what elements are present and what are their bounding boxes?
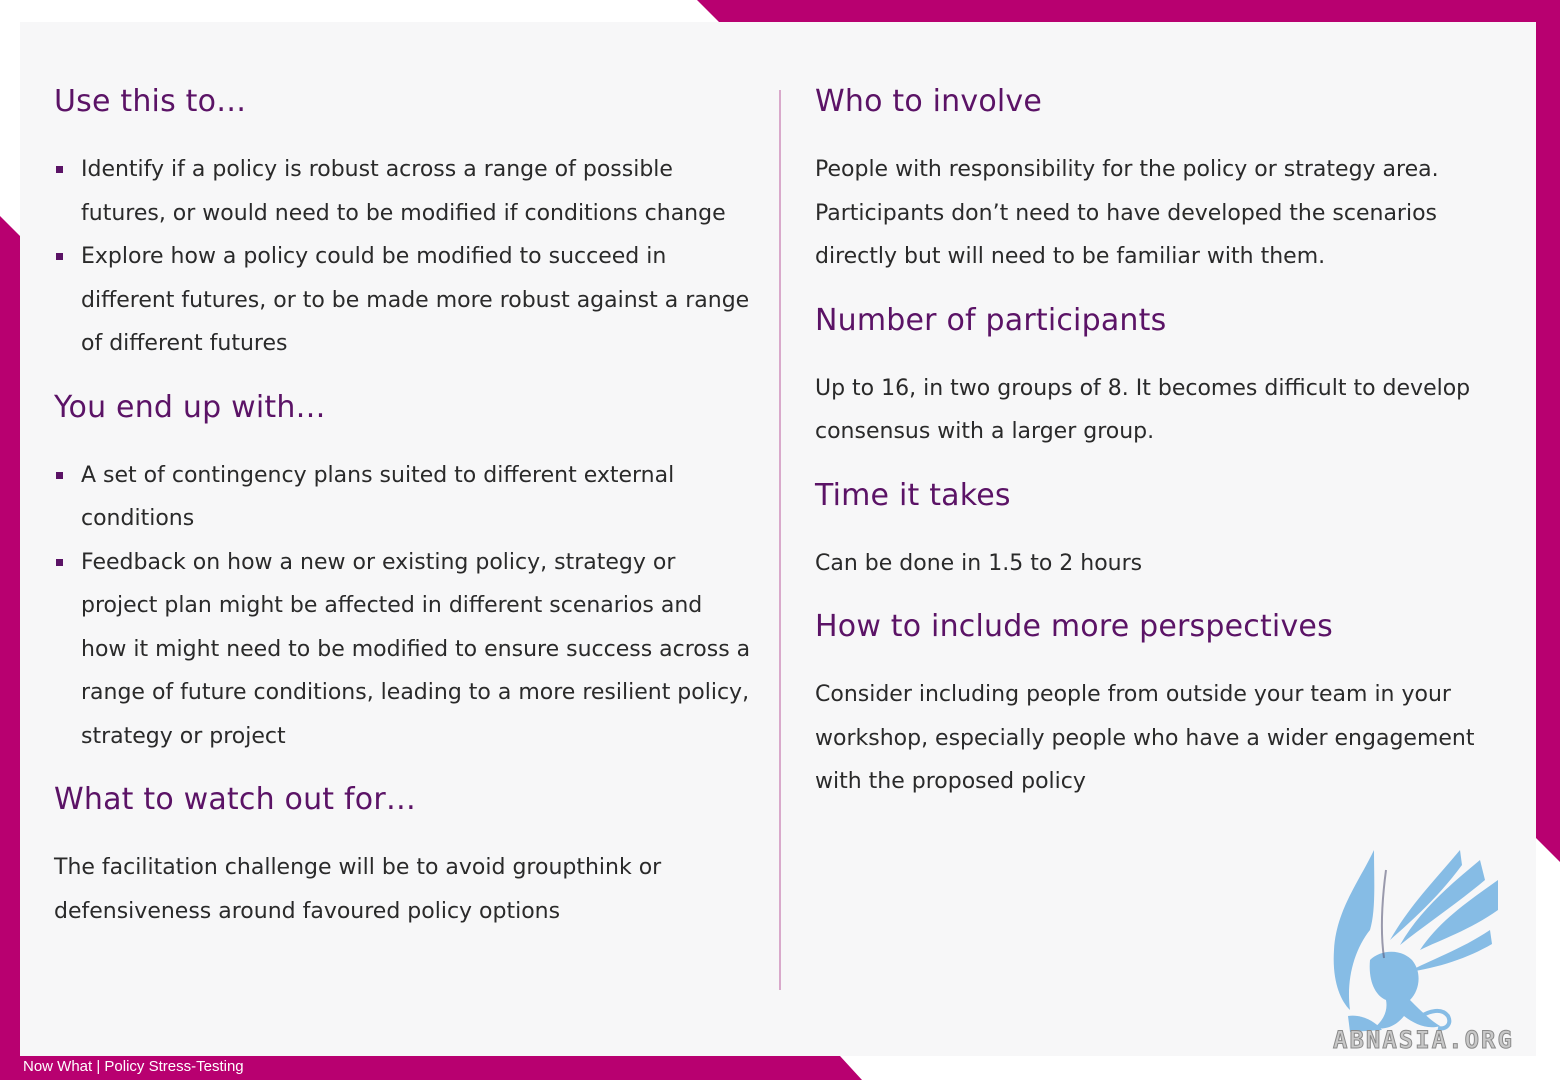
number-section: Number of participants Up to 16, in two … [815,303,1495,454]
number-heading: Number of participants [815,302,1167,338]
use-this-to-section: Use this to… Identify if a policy is rob… [54,84,754,366]
right-column: Who to involve People with responsibilit… [815,84,1495,804]
list-item: A set of contingency plans suited to dif… [54,454,754,541]
time-section: Time it takes Can be done in 1.5 to 2 ho… [815,478,1495,586]
bullet-icon [56,253,63,260]
end-up-with-heading: You end up with… [54,389,326,425]
time-heading: Time it takes [815,477,1011,513]
bullet-icon [56,558,63,566]
column-divider [779,90,781,990]
perspectives-section: How to include more perspectives Conside… [815,609,1495,804]
list-item: Identify if a policy is robust across a … [54,148,754,235]
watch-out-section: What to watch out for… The facilitation … [54,782,754,933]
time-text: Can be done in 1.5 to 2 hours [815,550,1143,576]
perspectives-heading: How to include more perspectives [815,609,1333,644]
watch-out-text: The facilitation challenge will be to av… [54,855,662,924]
who-section: Who to involve People with responsibilit… [815,84,1495,279]
perspectives-text: Consider including people from outside y… [815,682,1475,794]
footer-text: Now What | Policy Stress-Testing [23,1058,244,1075]
who-text: People with responsibility for the polic… [815,157,1439,269]
list-item: Feedback on how a new or existing policy… [54,541,754,759]
use-this-to-list: Identify if a policy is robust across a … [54,148,754,366]
watch-out-heading: What to watch out for… [54,782,417,817]
end-up-with-section: You end up with… A set of contingency pl… [54,390,754,759]
list-item: Explore how a policy could be modified t… [54,235,754,366]
bullet-icon [56,471,63,479]
left-column: Use this to… Identify if a policy is rob… [54,84,754,933]
use-this-to-heading: Use this to… [54,84,247,119]
end-up-with-list: A set of contingency plans suited to dif… [54,454,754,759]
number-text: Up to 16, in two groups of 8. It becomes… [815,375,1471,445]
content-card: Use this to… Identify if a policy is rob… [20,22,1536,1056]
who-heading: Who to involve [815,84,1043,119]
watermark-text: ABNASIA.ORG [1333,1026,1514,1055]
bullet-icon [56,166,63,173]
